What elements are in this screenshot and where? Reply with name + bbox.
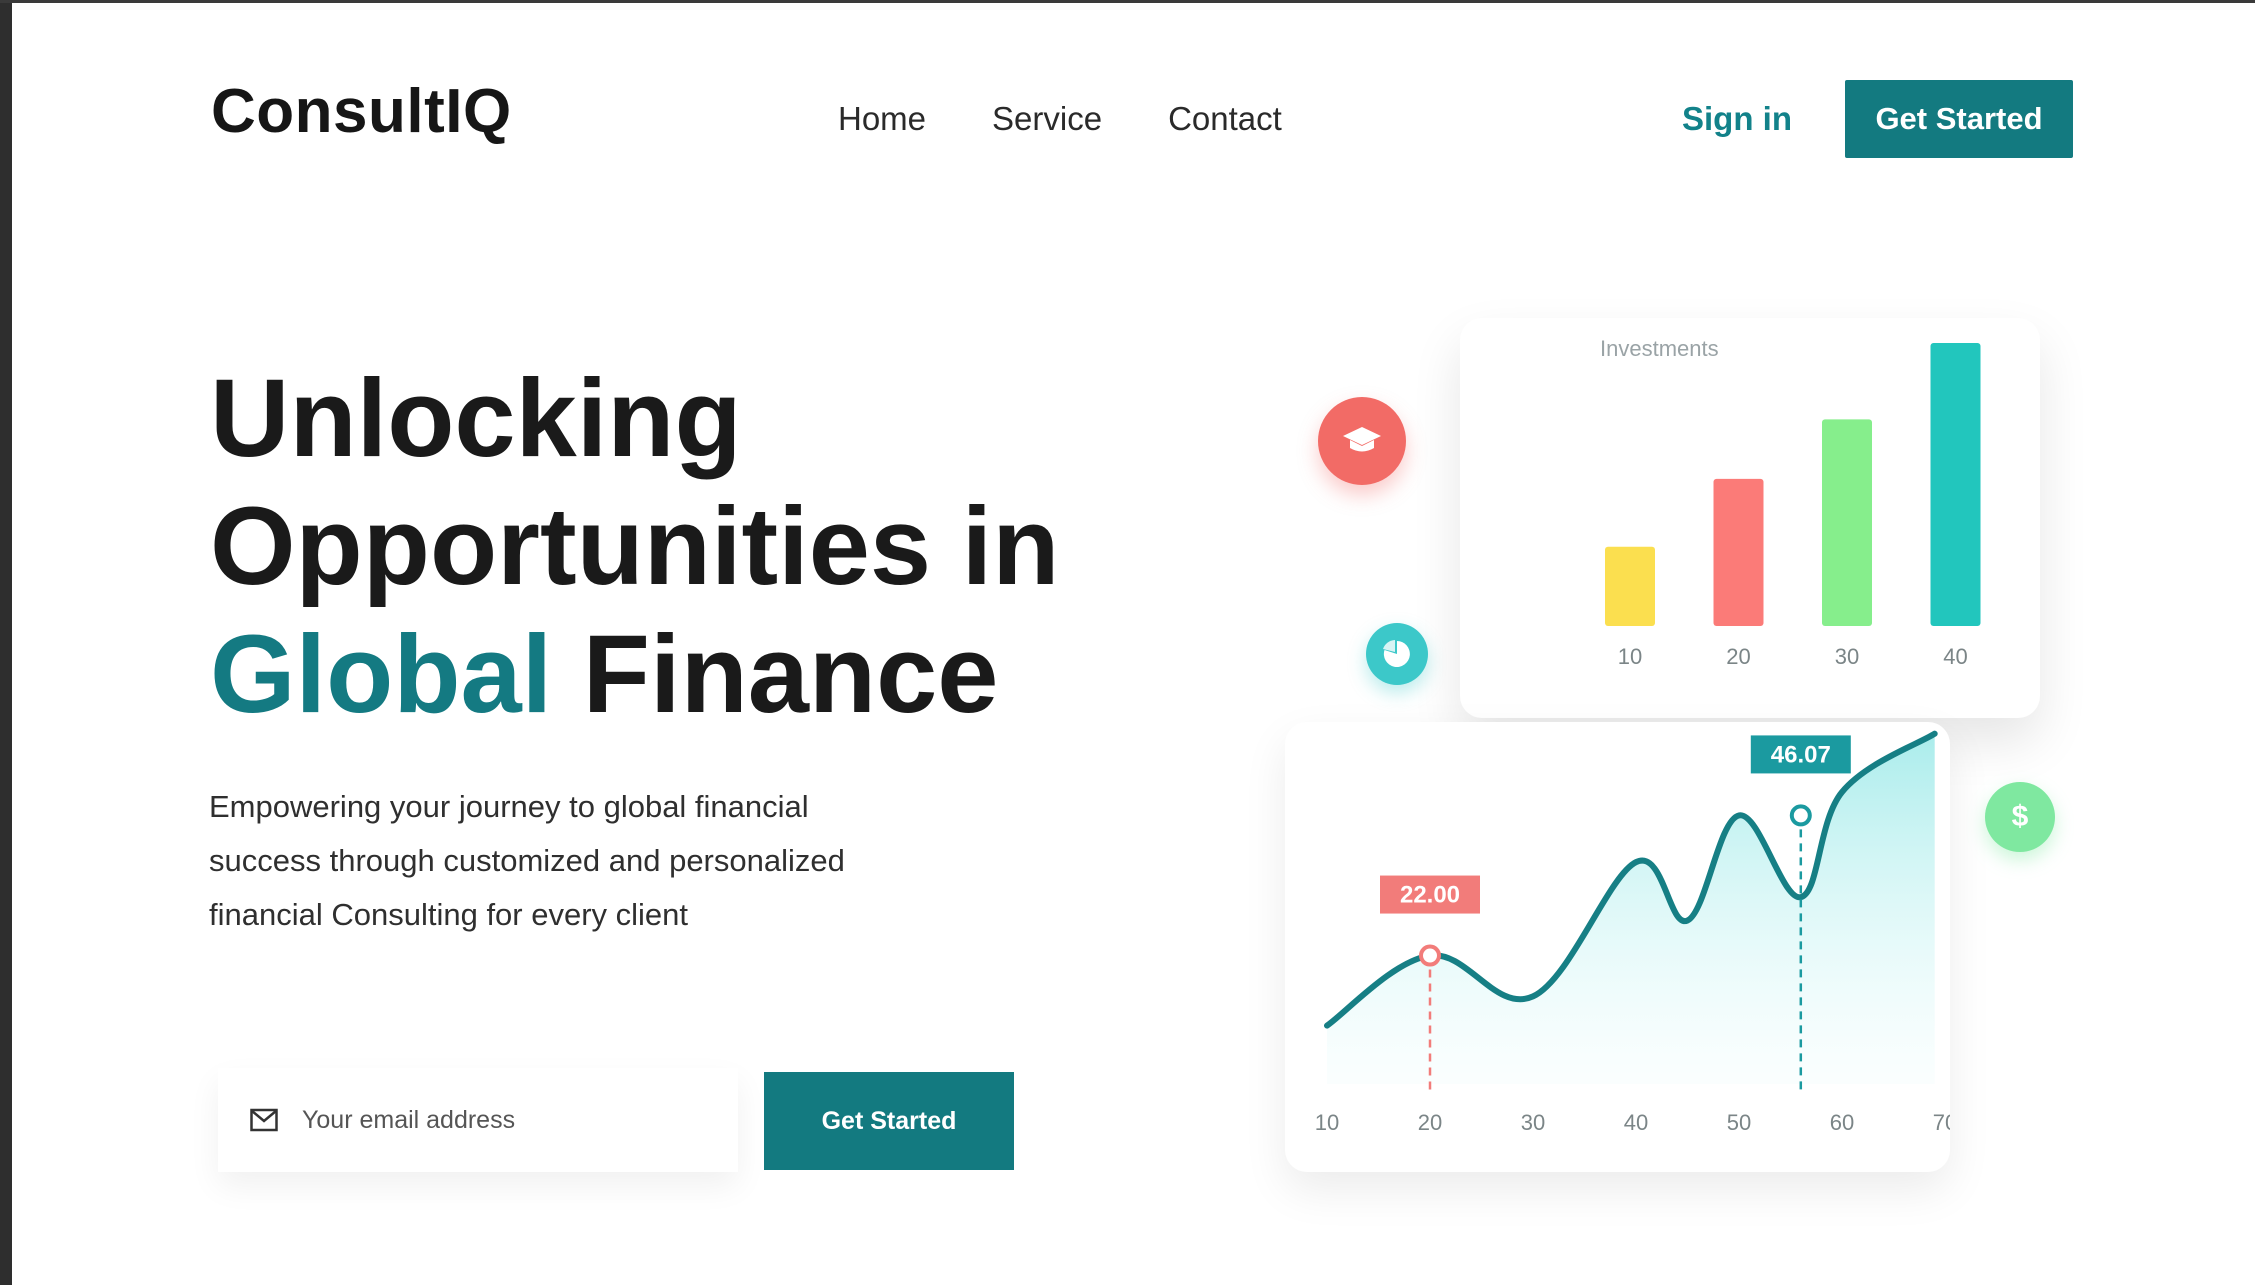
headline-line-2: Opportunities in <box>210 485 1060 608</box>
x-tick-label: 50 <box>1727 1110 1751 1135</box>
investments-card: Investments 10 20 30 40 <box>1460 318 2040 718</box>
pie-chart-icon <box>1366 623 1428 685</box>
pie-glyph <box>1383 640 1410 667</box>
bar-10 <box>1605 546 1655 626</box>
get-started-header-button[interactable]: Get Started <box>1845 80 2073 158</box>
email-input[interactable] <box>300 1104 704 1136</box>
headline-line-3: Global Finance <box>210 611 1059 739</box>
x-tick-label: 30 <box>1521 1110 1545 1135</box>
annotation-point <box>1789 804 1812 827</box>
annotation-label: 22.00 <box>1400 882 1460 909</box>
bar-30 <box>1822 419 1872 626</box>
annotation-label: 46.07 <box>1771 741 1831 768</box>
graduation-cap-icon <box>1318 397 1406 485</box>
hero-headline: Unlocking Opportunities in Global Financ… <box>210 355 1059 739</box>
bar-20 <box>1713 478 1764 626</box>
investments-bar-chart: Investments 10 20 30 40 <box>1600 336 1981 669</box>
dollar-icon: $ <box>1985 782 2055 852</box>
nav-link-home[interactable]: Home <box>838 100 926 138</box>
bar-tick-label: 10 <box>1618 644 1642 669</box>
x-tick-label: 40 <box>1624 1110 1648 1135</box>
headline-rest: Finance <box>552 613 999 736</box>
growth-area-chart: 22.00 46.07 10 20 30 40 50 60 70 <box>1315 730 1957 1135</box>
hero-subtext: Empowering your journey to global financ… <box>209 789 845 932</box>
cap-glyph <box>1343 427 1381 452</box>
bar-tick-label: 40 <box>1943 644 1967 669</box>
bar-chart-title: Investments <box>1600 336 1719 361</box>
bar-tick-label: 20 <box>1726 644 1750 669</box>
nav-link-service[interactable]: Service <box>992 100 1102 138</box>
email-field-container <box>218 1068 738 1172</box>
brand-logo[interactable]: ConsultIQ <box>211 76 512 147</box>
sign-in-link[interactable]: Sign in <box>1682 100 1792 138</box>
headline-accent: Global <box>210 613 553 736</box>
growth-card: 22.00 46.07 10 20 30 40 50 60 70 <box>1285 722 1957 1172</box>
window-border <box>0 0 12 1285</box>
main-nav: Home Service Contact <box>838 100 1282 138</box>
x-tick-label: 20 <box>1418 1110 1442 1135</box>
bar-tick-label: 30 <box>1835 644 1859 669</box>
bar-40 <box>1930 343 1981 626</box>
x-tick-label: 70 <box>1933 1110 1950 1135</box>
headline-line-1: Unlocking <box>210 357 742 480</box>
x-tick-label: 60 <box>1830 1110 1854 1135</box>
mail-icon <box>250 1108 278 1132</box>
get-started-hero-button[interactable]: Get Started <box>764 1072 1014 1170</box>
window-border-top <box>0 0 2255 3</box>
annotation-point <box>1419 944 1441 967</box>
nav-link-contact[interactable]: Contact <box>1168 100 1282 138</box>
x-tick-label: 10 <box>1315 1110 1339 1135</box>
